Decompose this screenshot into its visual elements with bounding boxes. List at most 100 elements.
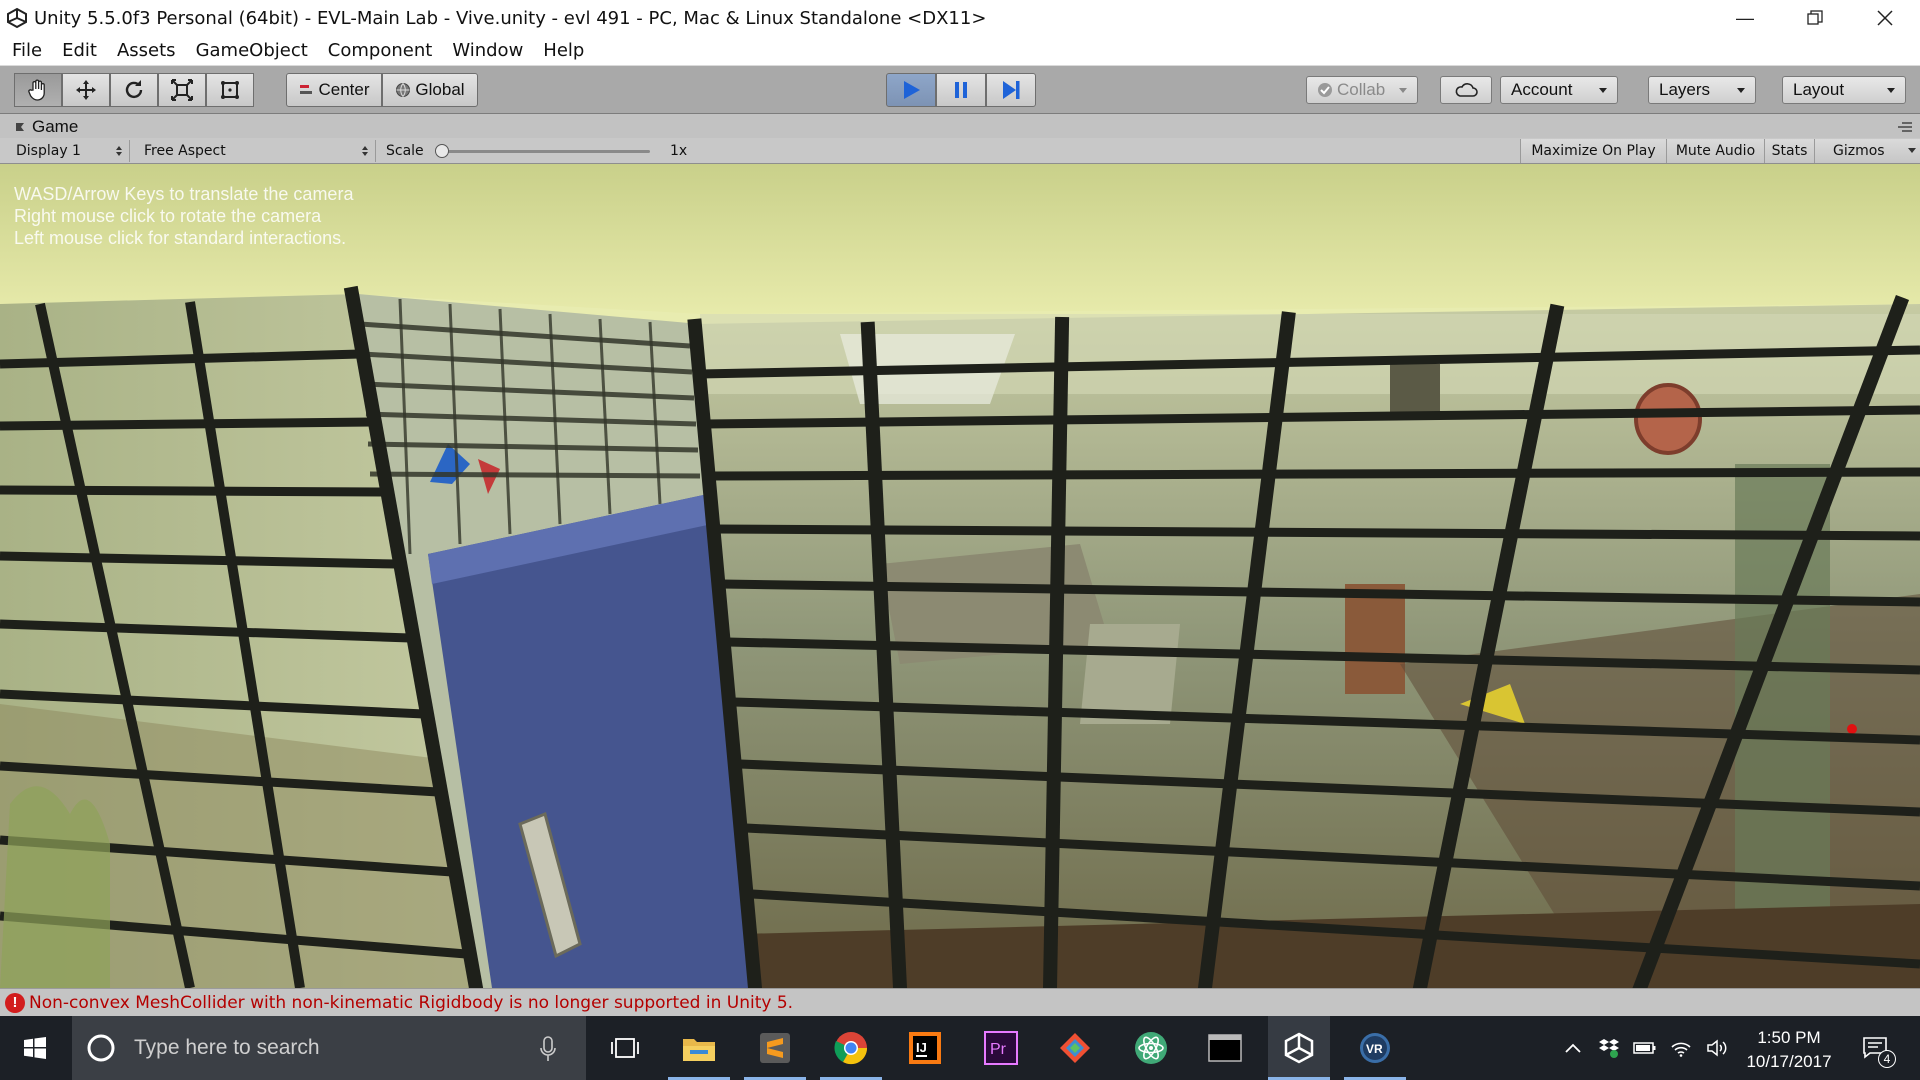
scale-label: Scale [386, 143, 424, 159]
menu-component[interactable]: Component [318, 40, 443, 61]
hand-tool-button[interactable] [14, 73, 62, 107]
windows-logo-icon [24, 1037, 46, 1059]
unity-icon [1284, 1032, 1314, 1064]
menu-window[interactable]: Window [442, 40, 533, 61]
error-icon: ! [5, 992, 25, 1013]
intellij-button[interactable]: IJ [894, 1016, 956, 1080]
search-placeholder: Type here to search [134, 1036, 320, 1059]
minimize-icon: — [1736, 7, 1754, 28]
menu-gameobject[interactable]: GameObject [186, 40, 318, 61]
space-global-button[interactable]: Global [382, 73, 478, 107]
title-bar: Unity 5.5.0f3 Personal (64bit) - EVL-Mai… [0, 0, 1920, 36]
git-button[interactable] [1044, 1016, 1106, 1080]
maximize-on-play-toggle[interactable]: Maximize On Play [1520, 139, 1666, 163]
volume-tray[interactable] [1700, 1016, 1734, 1080]
atom-icon [1135, 1032, 1167, 1064]
minimize-button[interactable]: — [1710, 0, 1780, 36]
mute-audio-toggle[interactable]: Mute Audio [1666, 139, 1764, 163]
premiere-button[interactable]: Pr [970, 1016, 1032, 1080]
gizmos-dropdown[interactable]: Gizmos [1814, 139, 1920, 163]
chevron-down-icon [1599, 88, 1607, 93]
console-status-bar[interactable]: ! Non-convex MeshCollider with non-kinem… [0, 988, 1920, 1016]
battery-icon [1633, 1042, 1656, 1054]
layout-dropdown[interactable]: Layout [1782, 76, 1906, 104]
dropbox-tray[interactable] [1592, 1016, 1626, 1080]
pivot-icon [300, 85, 313, 94]
display-dropdown[interactable]: Display 1 [10, 140, 130, 162]
account-label: Account [1511, 80, 1573, 99]
battery-tray[interactable] [1628, 1016, 1662, 1080]
panel-menu-icon[interactable] [1896, 122, 1912, 132]
layers-label: Layers [1659, 80, 1711, 99]
cloud-button[interactable] [1440, 76, 1492, 104]
hint-translate: WASD/Arrow Keys to translate the camera [14, 184, 354, 204]
chrome-icon [834, 1032, 868, 1065]
terminal-button[interactable] [1194, 1016, 1256, 1080]
game-viewport[interactable]: WASD/Arrow Keys to translate the camera … [0, 164, 1920, 988]
dropbox-sync-icon [1599, 1039, 1619, 1058]
step-button[interactable] [986, 73, 1036, 107]
aspect-dropdown[interactable]: Free Aspect [138, 140, 376, 162]
updown-arrow-icon [116, 146, 122, 156]
microphone-icon[interactable] [540, 1036, 556, 1062]
game-controller-icon [16, 123, 24, 131]
sublime-text-button[interactable] [744, 1016, 806, 1080]
menu-edit[interactable]: Edit [52, 40, 107, 61]
file-explorer-button[interactable] [668, 1016, 730, 1080]
game-tab[interactable]: Game [14, 117, 78, 137]
chrome-button[interactable] [820, 1016, 882, 1080]
wifi-icon [1671, 1042, 1691, 1057]
svg-text:IJ: IJ [916, 1040, 927, 1055]
windows-taskbar: Type here to search IJ Pr VR 1:50 PM 10/… [0, 1016, 1920, 1080]
cloud-icon [1455, 83, 1478, 97]
chevron-down-icon [1887, 88, 1895, 93]
gizmos-label: Gizmos [1833, 143, 1885, 159]
layers-dropdown[interactable]: Layers [1648, 76, 1756, 104]
scale-slider-track[interactable] [440, 150, 650, 153]
scale-tool-button[interactable] [158, 73, 206, 107]
console-message: Non-convex MeshCollider with non-kinemat… [29, 992, 794, 1013]
task-view-button[interactable] [594, 1016, 656, 1080]
space-label: Global [415, 80, 465, 99]
play-button[interactable] [886, 73, 936, 107]
pause-button[interactable] [936, 73, 986, 107]
move-tool-button[interactable] [62, 73, 110, 107]
start-button[interactable] [0, 1016, 70, 1080]
menu-help[interactable]: Help [533, 40, 594, 61]
pivot-center-button[interactable]: Center [286, 73, 382, 107]
close-button[interactable] [1850, 0, 1920, 36]
svg-text:VR: VR [1366, 1042, 1383, 1056]
display-label: Display 1 [16, 143, 81, 159]
scale-slider-thumb[interactable] [435, 144, 449, 158]
restore-button[interactable] [1780, 0, 1850, 36]
clock-date: 10/17/2017 [1746, 1052, 1832, 1071]
rect-tool-button[interactable] [206, 73, 254, 107]
account-dropdown[interactable]: Account [1500, 76, 1618, 104]
taskbar-clock[interactable]: 1:50 PM 10/17/2017 [1734, 1026, 1844, 1074]
close-icon [1877, 10, 1893, 26]
stats-toggle[interactable]: Stats [1764, 139, 1814, 163]
chevron-down-icon [1908, 148, 1916, 153]
game-control-bar: Display 1 Free Aspect Scale 1x Maximize … [0, 138, 1920, 164]
unity-logo-icon [7, 7, 27, 29]
vr-button[interactable]: VR [1344, 1016, 1406, 1080]
wifi-tray[interactable] [1664, 1016, 1698, 1080]
window-title: Unity 5.5.0f3 Personal (64bit) - EVL-Mai… [34, 7, 987, 29]
rotate-tool-button[interactable] [110, 73, 158, 107]
menu-assets[interactable]: Assets [107, 40, 186, 61]
stats-label: Stats [1771, 143, 1808, 159]
scene-render [0, 164, 1920, 988]
taskbar-search[interactable]: Type here to search [72, 1016, 586, 1080]
file-explorer-icon [683, 1039, 715, 1061]
svg-text:Pr: Pr [990, 1041, 1007, 1058]
updown-arrow-icon [362, 146, 368, 156]
move-icon [76, 80, 96, 100]
menu-file[interactable]: File [0, 40, 52, 61]
tray-overflow-button[interactable] [1556, 1016, 1590, 1080]
collab-dropdown[interactable]: Collab [1306, 76, 1418, 104]
action-center-button[interactable]: 4 [1850, 1016, 1900, 1080]
mute-audio-label: Mute Audio [1675, 143, 1756, 159]
unity-button[interactable] [1268, 1016, 1330, 1080]
sublime-text-icon [760, 1033, 790, 1063]
atom-button[interactable] [1120, 1016, 1182, 1080]
